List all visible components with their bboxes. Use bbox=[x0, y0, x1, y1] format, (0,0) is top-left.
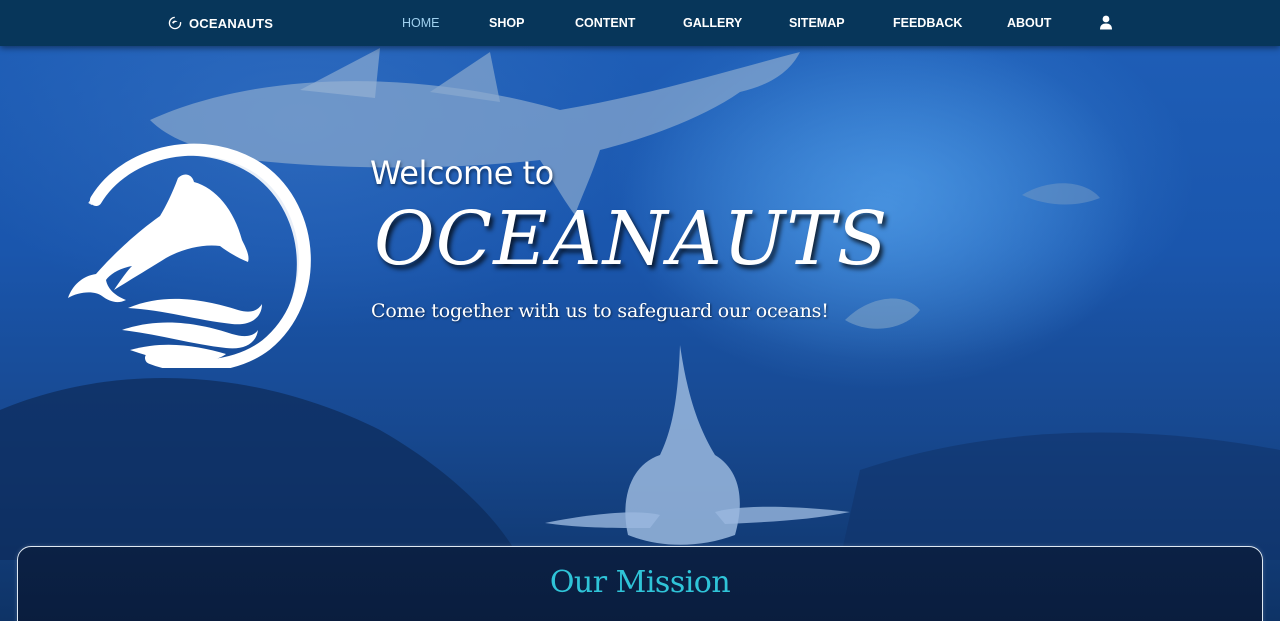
nav-about[interactable]: ABOUT bbox=[1007, 0, 1051, 46]
nav-feedback[interactable]: FEEDBACK bbox=[893, 0, 962, 46]
nav-home[interactable]: HOME bbox=[402, 0, 440, 46]
nav-shop[interactable]: SHOP bbox=[489, 0, 524, 46]
dolphin-circle-logo bbox=[68, 143, 311, 368]
mission-title: Our Mission bbox=[549, 565, 731, 600]
brand-name: OCEANAUTS bbox=[189, 15, 274, 31]
nav-content[interactable]: CONTENT bbox=[575, 0, 635, 46]
dolphin-logo-icon bbox=[168, 16, 182, 30]
hero-welcome-text: Welcome to bbox=[370, 154, 554, 192]
top-navbar: OCEANAUTS HOME SHOP CONTENT GALLERY SITE… bbox=[0, 0, 1280, 46]
hero-title: OCEANAUTS bbox=[374, 196, 889, 282]
hero-section: OCEANAUTS HOME SHOP CONTENT GALLERY SITE… bbox=[0, 0, 1280, 621]
user-icon[interactable] bbox=[1099, 15, 1113, 30]
mission-card: Our Mission bbox=[17, 546, 1263, 621]
hero-tagline: Come together with us to safeguard our o… bbox=[371, 300, 829, 322]
nav-sitemap[interactable]: SITEMAP bbox=[789, 0, 845, 46]
nav-gallery[interactable]: GALLERY bbox=[683, 0, 742, 46]
brand-link[interactable]: OCEANAUTS bbox=[168, 0, 273, 46]
